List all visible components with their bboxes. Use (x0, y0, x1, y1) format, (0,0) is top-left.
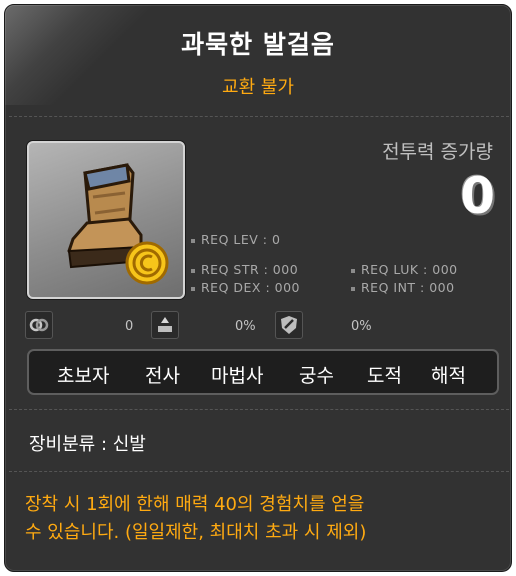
chain-icon (25, 311, 53, 339)
item-name: 과묵한 발걸음 (181, 30, 335, 59)
job-requirements: 초보자 전사 마법사 궁수 도적 해적 (27, 349, 499, 395)
item-tooltip: 과묵한 발걸음 교환 불가 전투력 증가량 0 REQ LEV : 0 REQ (4, 4, 512, 572)
divider-middle (9, 409, 509, 410)
divider-top (9, 116, 509, 117)
stat-value-2: 0% (235, 319, 256, 334)
job-bowman: 궁수 (299, 365, 334, 387)
req-luk-text: REQ LUK : 000 (361, 262, 458, 277)
combat-power-label: 전투력 증가량 (382, 141, 493, 163)
description-line-1: 장착 시 1회에 한해 매력 40의 경험치를 얻을 (25, 494, 365, 515)
combat-power-value: 0 (460, 167, 495, 225)
item-image-frame (27, 141, 185, 299)
req-dex-text: REQ DEX : 000 (201, 280, 300, 295)
req-lev-text: REQ LEV : 0 (201, 232, 281, 247)
req-lev: REQ LEV : 0 (191, 232, 280, 247)
description-line-2: 수 있습니다. (일일제한, 최대치 초과 시 제외) (25, 522, 367, 543)
req-int-text: REQ INT : 000 (361, 280, 455, 295)
divider-bottom (9, 471, 509, 472)
req-int: REQ INT : 000 (351, 280, 455, 295)
coin-icon (125, 241, 169, 285)
shield-icon (275, 311, 303, 339)
item-description: 장착 시 1회에 한해 매력 40의 경험치를 얻을 수 있습니다. (일일제한… (25, 491, 495, 547)
equipment-category: 장비분류 : 신발 (29, 434, 146, 455)
job-magician: 마법사 (211, 365, 264, 387)
job-thief: 도적 (367, 365, 402, 387)
star-up-icon (151, 311, 179, 339)
job-pirate: 해적 (431, 365, 466, 387)
job-beginner: 초보자 (57, 365, 110, 387)
stat-value-3: 0% (351, 319, 372, 334)
req-str-text: REQ STR : 000 (201, 262, 299, 277)
req-luk: REQ LUK : 000 (351, 262, 458, 277)
trade-status: 교환 불가 (222, 77, 294, 98)
stat-value-1: 0 (125, 319, 134, 334)
job-warrior: 전사 (145, 365, 180, 387)
req-dex: REQ DEX : 000 (191, 280, 300, 295)
req-str: REQ STR : 000 (191, 262, 298, 277)
boot-icon (67, 163, 169, 285)
